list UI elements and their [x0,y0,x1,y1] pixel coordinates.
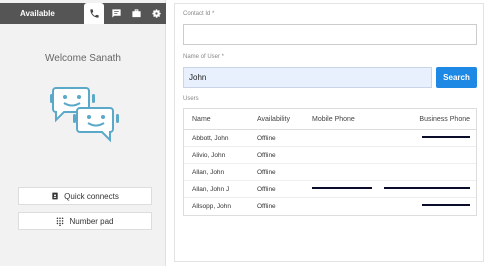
name-of-user-label: Name of User * [183,54,225,60]
contact-id-label: Contact Id * [183,11,215,17]
chat-bots-illustration [48,82,120,149]
business-phone-cell-redacted [384,181,470,198]
user-name-cell: Alivio, John [192,152,226,159]
tab-phone[interactable] [84,3,104,24]
table-row[interactable]: Allsopp, John Offline [184,198,476,215]
table-row[interactable]: Alivio, John Offline [184,147,476,164]
business-phone-cell-redacted [422,130,470,147]
user-name-cell: Allsopp, John [192,203,232,210]
table-row[interactable]: Abbott, John Offline [184,130,476,147]
number-pad-button[interactable]: Number pad [18,212,152,230]
search-users-panel: Contact Id * Name of User * John Search … [174,3,484,262]
column-header-mobile-phone[interactable]: Mobile Phone [312,109,355,130]
number-pad-label: Number pad [69,216,114,226]
ccp-panel: Available Welcome Sanath Quick connects … [0,0,166,266]
business-phone-cell-redacted [422,198,470,215]
quick-connects-label: Quick connects [64,191,119,201]
user-availability-cell: Offline [257,135,276,142]
table-row[interactable]: Allan, John J Offline [184,181,476,198]
column-header-availability[interactable]: Availability [257,109,290,130]
name-of-user-input[interactable]: John [183,67,432,88]
ccp-topbar: Available [0,3,166,24]
tab-chat[interactable] [106,3,126,24]
chat-icon [111,9,121,18]
search-button[interactable]: Search [436,67,477,88]
user-availability-cell: Offline [257,186,276,193]
contact-id-input[interactable] [183,24,477,45]
phone-icon [89,9,99,18]
tab-settings[interactable] [146,3,166,24]
dialpad-icon [57,217,64,226]
agent-status-dropdown[interactable]: Available [4,6,55,21]
users-label: Users [183,96,199,102]
chat-bots-icon [50,87,119,143]
address-book-icon [52,192,58,200]
user-name-cell: Allan, John [192,169,225,176]
agent-status-label: Available [20,9,55,18]
welcome-message: Welcome Sanath [45,53,121,64]
user-availability-cell: Offline [257,169,276,176]
user-name-cell: Abbott, John [192,135,229,142]
mobile-phone-cell-redacted [312,181,372,198]
quick-connects-button[interactable]: Quick connects [18,187,152,205]
table-row[interactable]: Allan, John Offline [184,164,476,181]
briefcase-icon [131,9,141,18]
user-availability-cell: Offline [257,152,276,159]
users-table: Name Availability Mobile Phone Business … [183,108,477,216]
gear-icon [151,9,161,18]
tab-briefcase[interactable] [126,3,146,24]
user-availability-cell: Offline [257,203,276,210]
column-header-name[interactable]: Name [192,109,211,130]
table-header-row: Name Availability Mobile Phone Business … [184,109,476,130]
column-header-business-phone[interactable]: Business Phone [419,109,470,130]
user-name-cell: Allan, John J [192,186,230,193]
